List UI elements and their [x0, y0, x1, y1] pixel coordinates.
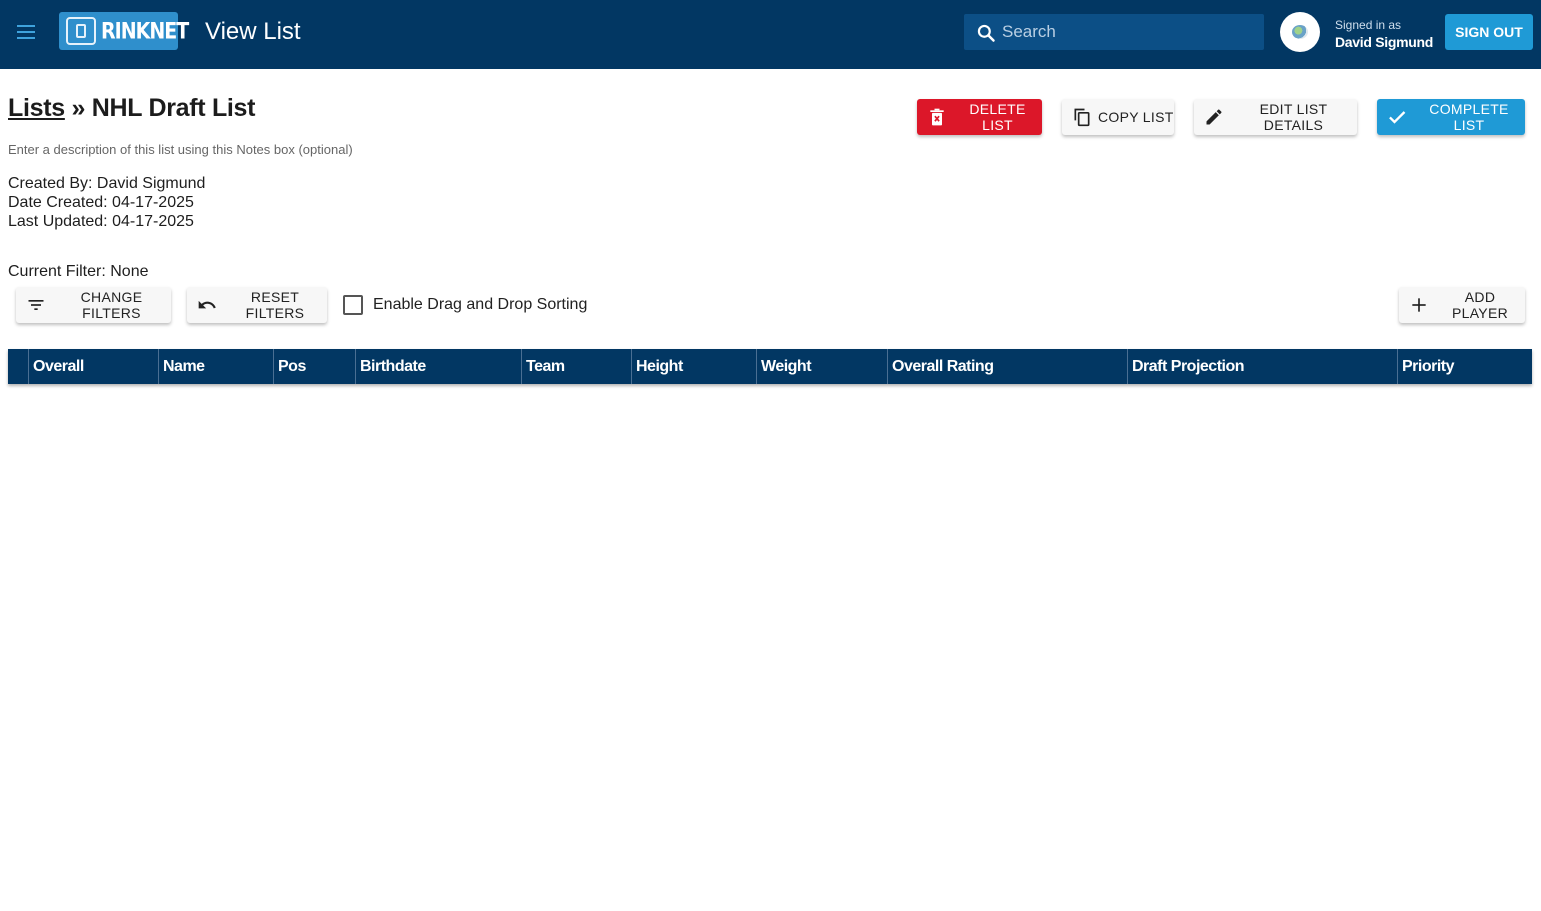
add-player-button[interactable]: ADD PLAYER: [1399, 287, 1525, 323]
column-header-pos[interactable]: Pos: [273, 349, 355, 384]
column-header-name[interactable]: Name: [158, 349, 273, 384]
reset-filters-button[interactable]: RESET FILTERS: [187, 287, 327, 323]
search-input[interactable]: [1002, 14, 1252, 50]
change-filters-label: CHANGE FILTERS: [80, 289, 143, 321]
breadcrumb-separator: »: [71, 94, 86, 122]
copy-icon: [1074, 108, 1090, 127]
page-title: View List: [205, 18, 301, 45]
column-header-birthdate[interactable]: Birthdate: [355, 349, 521, 384]
drag-drop-toggle[interactable]: Enable Drag and Drop Sorting: [343, 295, 587, 315]
breadcrumb-lists-link[interactable]: Lists: [8, 94, 65, 122]
avatar[interactable]: [1280, 12, 1320, 52]
edit-list-details-label: EDIT LIST DETAILS: [1259, 101, 1328, 133]
column-header-overall-rating[interactable]: Overall Rating: [887, 349, 1127, 384]
logo-badge-icon: [66, 17, 96, 45]
plus-icon: [1412, 298, 1426, 312]
search-box[interactable]: [964, 14, 1264, 50]
table-header-handle: [8, 349, 28, 384]
notes-hint[interactable]: Enter a description of this list using t…: [8, 142, 353, 157]
delete-list-button[interactable]: DELETE LIST: [917, 99, 1042, 135]
signed-in-label: Signed in as: [1335, 18, 1402, 32]
copy-list-button[interactable]: COPY LIST: [1062, 99, 1174, 135]
logo-text: RINKNET: [101, 19, 189, 45]
column-header-height[interactable]: Height: [631, 349, 756, 384]
current-filter: Current Filter: None: [8, 263, 149, 280]
undo-icon: [198, 300, 216, 309]
drag-drop-label: Enable Drag and Drop Sorting: [373, 296, 588, 313]
menu-icon[interactable]: [14, 22, 38, 42]
player-table: Overall Name Pos Birthdate Team Height W…: [8, 349, 1532, 384]
complete-list-label: COMPLETE LIST: [1429, 101, 1509, 133]
complete-list-button[interactable]: COMPLETE LIST: [1377, 99, 1525, 135]
edit-list-details-button[interactable]: EDIT LIST DETAILS: [1194, 99, 1357, 135]
sign-out-button[interactable]: SIGN OUT: [1445, 14, 1533, 50]
add-player-label: ADD PLAYER: [1451, 289, 1508, 321]
date-created: Date Created: 04-17-2025: [8, 194, 194, 211]
user-name: David Sigmund: [1335, 34, 1433, 50]
list-meta: Created By: David Sigmund Date Created: …: [8, 174, 205, 231]
column-header-team[interactable]: Team: [521, 349, 631, 384]
breadcrumb: Lists » NHL Draft List: [8, 94, 255, 123]
column-header-weight[interactable]: Weight: [756, 349, 887, 384]
check-icon: [1389, 111, 1406, 124]
app-bar: RINKNET View List Signed in as David Sig…: [0, 0, 1541, 69]
filter-icon: [28, 300, 44, 310]
last-updated: Last Updated: 04-17-2025: [8, 213, 194, 230]
column-header-draft-projection[interactable]: Draft Projection: [1127, 349, 1397, 384]
rinknet-logo[interactable]: RINKNET: [59, 12, 189, 50]
column-header-overall[interactable]: Overall: [28, 349, 158, 384]
breadcrumb-current: NHL Draft List: [91, 94, 256, 122]
created-by: Created By: David Sigmund: [8, 175, 206, 192]
delete-icon: [930, 108, 944, 126]
change-filters-button[interactable]: CHANGE FILTERS: [16, 287, 171, 323]
reset-filters-label: RESET FILTERS: [245, 289, 305, 321]
drag-drop-checkbox[interactable]: [343, 295, 363, 315]
delete-list-label: DELETE LIST: [969, 101, 1026, 133]
copy-list-label: COPY LIST: [1098, 109, 1174, 125]
search-icon: [977, 24, 995, 42]
edit-icon: [1206, 109, 1222, 125]
column-header-priority[interactable]: Priority: [1397, 349, 1532, 384]
